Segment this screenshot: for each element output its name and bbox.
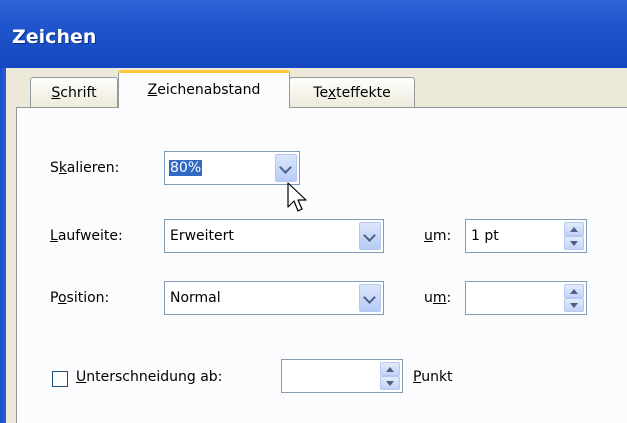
tab-schrift[interactable]: Schrift bbox=[30, 77, 118, 108]
spin-up-icon[interactable] bbox=[564, 222, 584, 236]
spin-up-icon[interactable] bbox=[380, 362, 400, 376]
tab-texteffekte[interactable]: Texteffekte bbox=[289, 77, 415, 108]
tab-zeichenabstand[interactable]: Zeichenabstand bbox=[118, 70, 290, 108]
spin-down-icon[interactable] bbox=[564, 236, 584, 250]
mouse-pointer-icon bbox=[287, 182, 307, 212]
tab-texteffekte-label: teffekte bbox=[336, 85, 391, 101]
laufweite-um-value: 1 pt bbox=[471, 228, 499, 244]
laufweite-combobox[interactable]: Erweitert bbox=[164, 219, 384, 253]
spin-up-icon[interactable] bbox=[564, 284, 584, 298]
unterschneidung-spinner[interactable] bbox=[281, 359, 403, 393]
laufweite-um-label: um: bbox=[424, 228, 452, 244]
title-bar[interactable]: Zeichen bbox=[0, 0, 627, 68]
window-title: Zeichen bbox=[12, 26, 97, 48]
position-um-spinner[interactable] bbox=[465, 281, 587, 315]
skalieren-combobox[interactable]: 80% bbox=[164, 151, 300, 185]
laufweite-label: Laufweite: bbox=[50, 228, 123, 244]
position-label: Position: bbox=[50, 290, 110, 306]
tab-zeichenabstand-label: eichenabstand bbox=[157, 82, 261, 98]
unterschneidung-label: Unterschneidung ab: bbox=[76, 369, 223, 385]
unterschneidung-checkbox[interactable] bbox=[52, 371, 68, 387]
position-um-label: um: bbox=[424, 290, 452, 306]
skalieren-value: 80% bbox=[169, 160, 203, 176]
position-combobox[interactable]: Normal bbox=[164, 281, 384, 315]
tab-zeichenabstand-mnemonic: Z bbox=[147, 82, 158, 98]
spin-down-icon[interactable] bbox=[564, 298, 584, 312]
dropdown-arrow-icon[interactable] bbox=[359, 284, 381, 312]
tab-texteffekte-mnemonic: x bbox=[327, 85, 337, 101]
skalieren-label: Skalieren: bbox=[50, 160, 120, 176]
spin-down-icon[interactable] bbox=[380, 376, 400, 390]
tab-schrift-mnemonic: S bbox=[51, 85, 61, 101]
position-value: Normal bbox=[170, 290, 221, 306]
punkt-label: Punkt bbox=[413, 369, 453, 385]
tab-schrift-label: chrift bbox=[60, 85, 97, 101]
tab-texteffekte-label-pre: Te bbox=[313, 85, 328, 101]
dropdown-arrow-icon[interactable] bbox=[275, 154, 297, 182]
dropdown-arrow-icon[interactable] bbox=[359, 222, 381, 250]
laufweite-um-spinner[interactable]: 1 pt bbox=[465, 219, 587, 253]
laufweite-value: Erweitert bbox=[170, 228, 234, 244]
